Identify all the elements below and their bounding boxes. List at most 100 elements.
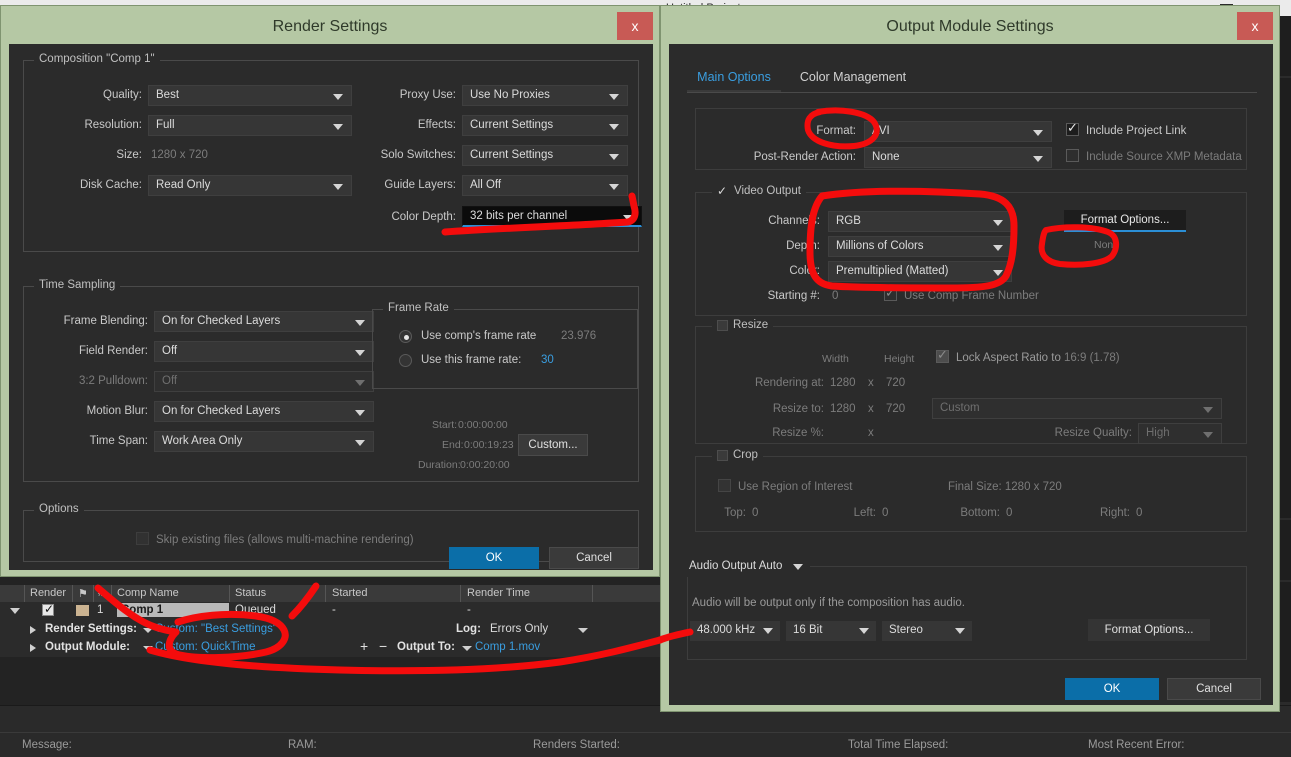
status-ram-label: RAM: <box>288 739 317 751</box>
include-project-link-label: Include Project Link <box>1086 125 1187 137</box>
row-comp-name[interactable]: Comp 1 <box>117 603 229 617</box>
depth-dropdown[interactable]: Millions of Colors <box>828 236 1012 257</box>
frame-blending-dropdown[interactable]: On for Checked Layers <box>154 311 374 332</box>
guide-layers-value: All Off <box>470 179 502 191</box>
render-checkbox[interactable] <box>42 602 54 616</box>
row-status: Queued <box>235 604 276 616</box>
close-icon[interactable]: x <box>617 12 653 40</box>
render-settings-cancel-button[interactable]: Cancel <box>549 547 639 569</box>
output-to-caret-icon[interactable] <box>462 646 472 651</box>
render-settings-preset-caret-icon[interactable] <box>143 628 153 633</box>
field-render-dropdown[interactable]: Off <box>154 341 374 362</box>
chevron-down-icon <box>609 124 619 130</box>
column-number[interactable]: # <box>98 587 104 599</box>
format-dropdown[interactable]: AVI <box>864 121 1052 142</box>
size-value: 1280 x 720 <box>151 149 208 161</box>
resize-to-height[interactable]: 720 <box>886 403 905 415</box>
resize-quality-dropdown[interactable]: High <box>1138 423 1222 444</box>
chevron-down-icon <box>609 184 619 190</box>
lock-aspect-ratio-checkbox[interactable] <box>936 347 949 363</box>
audio-note: Audio will be output only if the composi… <box>692 597 965 609</box>
audio-rate-dropdown[interactable]: 48.000 kHz <box>690 621 780 641</box>
audio-channels-dropdown[interactable]: Stereo <box>882 621 972 641</box>
chevron-down-icon <box>793 564 803 570</box>
quality-label: Quality: <box>103 89 142 101</box>
render-settings-dialog: Render Settings x Composition "Comp 1" Q… <box>0 5 660 577</box>
frame-rate-group-label: Frame Rate <box>383 302 454 314</box>
output-module-value[interactable]: Custom: QuickTime <box>155 641 256 653</box>
close-icon[interactable]: x <box>1237 12 1273 40</box>
guide-layers-label: Guide Layers: <box>384 179 456 191</box>
use-comp-frame-rate-value: 23.976 <box>561 330 597 342</box>
audio-output-dropdown[interactable]: Audio Output Auto <box>682 557 810 577</box>
log-value[interactable]: Errors Only <box>490 623 548 635</box>
resize-to-width[interactable]: 1280 <box>830 403 856 415</box>
label-color-swatch[interactable] <box>76 605 89 616</box>
use-comp-frame-number-checkbox[interactable] <box>884 285 897 301</box>
crop-bottom-value[interactable]: 0 <box>1006 507 1012 519</box>
use-comp-frame-rate-label: Use comp's frame rate <box>421 330 537 342</box>
render-settings-ok-button[interactable]: OK <box>449 547 539 569</box>
skip-existing-label: Skip existing files (allows multi-machin… <box>156 534 414 546</box>
crop-top-value[interactable]: 0 <box>752 507 758 519</box>
video-output-checkbox[interactable]: ✓ <box>717 185 729 197</box>
proxy-use-dropdown[interactable]: Use No Proxies <box>462 85 628 106</box>
remove-output-module-button[interactable]: − <box>379 638 387 654</box>
tab-color-management[interactable]: Color Management <box>787 64 919 92</box>
output-module-twirl-icon[interactable] <box>30 644 36 652</box>
effects-dropdown[interactable]: Current Settings <box>462 115 628 136</box>
motion-blur-dropdown[interactable]: On for Checked Layers <box>154 401 374 422</box>
include-project-link-checkbox[interactable] <box>1066 120 1079 136</box>
output-module-ok-button[interactable]: OK <box>1065 678 1159 700</box>
height-header: Height <box>884 353 915 365</box>
column-comp-name[interactable]: Comp Name <box>117 587 179 599</box>
custom-time-button[interactable]: Custom... <box>518 434 588 456</box>
output-module-cancel-button[interactable]: Cancel <box>1167 678 1261 700</box>
audio-format-options-button[interactable]: Format Options... <box>1088 619 1210 641</box>
time-span-dropdown[interactable]: Work Area Only <box>154 431 374 452</box>
post-render-value: None <box>872 151 900 163</box>
render-settings-twirl-icon[interactable] <box>30 626 36 634</box>
column-label-icon[interactable]: ⚑ <box>78 587 88 600</box>
tab-main-options[interactable]: Main Options <box>687 64 781 92</box>
render-settings-title: Render Settings <box>272 18 388 35</box>
add-output-module-button[interactable]: + <box>360 638 368 654</box>
output-module-preset-caret-icon[interactable] <box>143 646 153 651</box>
color-depth-dropdown[interactable]: 32 bits per channel <box>462 206 642 227</box>
use-region-of-interest-checkbox[interactable] <box>718 479 731 492</box>
crop-right-value[interactable]: 0 <box>1136 507 1142 519</box>
expand-twirl-icon[interactable] <box>10 608 20 614</box>
tab-bar: Main Options Color Management <box>687 64 1257 92</box>
row-started: - <box>332 604 336 616</box>
render-settings-value[interactable]: Custom: "Best Settings" <box>155 623 277 635</box>
include-xmp-label: Include Source XMP Metadata <box>1086 151 1242 163</box>
column-status[interactable]: Status <box>235 587 266 599</box>
column-render-time[interactable]: Render Time <box>467 587 530 599</box>
status-renders-label: Renders Started: <box>533 739 620 751</box>
final-size-label: Final Size: 1280 x 720 <box>948 481 1062 493</box>
post-render-dropdown[interactable]: None <box>864 147 1052 168</box>
starting-number-value[interactable]: 0 <box>832 290 838 302</box>
render-queue-header: Render ⚑ # Comp Name Status Started Rend… <box>0 585 660 602</box>
audio-depth-value: 16 Bit <box>793 624 823 636</box>
output-to-value[interactable]: Comp 1.mov <box>475 641 540 653</box>
channels-dropdown[interactable]: RGB <box>828 211 1012 232</box>
guide-layers-dropdown[interactable]: All Off <box>462 175 628 196</box>
crop-checkbox[interactable] <box>717 449 728 461</box>
column-started[interactable]: Started <box>332 587 367 599</box>
use-this-frame-rate-radio[interactable] <box>399 354 412 367</box>
resize-checkbox[interactable] <box>717 319 728 331</box>
use-comp-frame-rate-radio[interactable] <box>399 330 412 343</box>
solo-switches-dropdown[interactable]: Current Settings <box>462 145 628 166</box>
column-render[interactable]: Render <box>30 587 66 599</box>
table-row[interactable]: 1 Comp 1 Queued - - <box>0 602 660 620</box>
color-dropdown[interactable]: Premultiplied (Matted) <box>828 261 1012 282</box>
log-caret-icon[interactable] <box>578 628 588 633</box>
channels-value: RGB <box>836 215 861 227</box>
resize-preset-dropdown[interactable]: Custom <box>932 398 1222 419</box>
use-this-frame-rate-value[interactable]: 30 <box>541 354 554 366</box>
audio-depth-dropdown[interactable]: 16 Bit <box>786 621 876 641</box>
include-xmp-checkbox[interactable] <box>1066 149 1079 162</box>
crop-left-value[interactable]: 0 <box>882 507 888 519</box>
video-format-options-button[interactable]: Format Options... <box>1064 210 1186 232</box>
